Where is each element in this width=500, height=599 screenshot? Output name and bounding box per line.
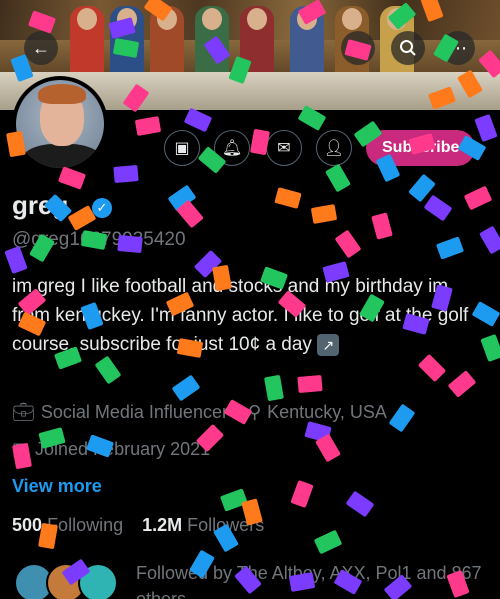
repost-button[interactable]: ⟳ bbox=[341, 31, 375, 65]
search-button[interactable] bbox=[391, 31, 425, 65]
confetti-piece bbox=[435, 236, 465, 260]
banner-figure bbox=[195, 6, 229, 76]
confetti-piece bbox=[325, 163, 351, 193]
confetti-piece bbox=[315, 433, 341, 463]
banner-figure bbox=[290, 6, 324, 76]
followers-count: 1.2M bbox=[142, 515, 183, 535]
banner-figure bbox=[150, 6, 184, 76]
bio-text: im greg I like football and stocks and m… bbox=[12, 276, 469, 355]
follow-status-button[interactable]: 👤︎ bbox=[316, 130, 352, 166]
view-more-link[interactable]: View more bbox=[12, 476, 102, 497]
more-button[interactable]: ⋯ bbox=[441, 31, 475, 65]
location-label: Kentucky, USA bbox=[267, 402, 387, 422]
banner-figure bbox=[240, 6, 274, 76]
avatar[interactable] bbox=[12, 76, 108, 172]
confetti-piece bbox=[167, 184, 197, 212]
link-arrow-icon[interactable]: ↗ bbox=[317, 333, 340, 356]
confetti-piece bbox=[479, 225, 500, 255]
confetti-piece bbox=[423, 194, 453, 222]
confetti-piece bbox=[463, 185, 493, 211]
profile-name: greg bbox=[12, 190, 69, 220]
ticket-icon: ▣ bbox=[174, 140, 190, 157]
person-check-icon: 👤︎ bbox=[323, 140, 345, 157]
confetti-piece bbox=[219, 488, 249, 512]
confetti-piece bbox=[94, 355, 122, 385]
confetti-piece bbox=[171, 374, 201, 402]
notifications-button[interactable]: 🔔︎ bbox=[214, 130, 250, 166]
confetti-piece bbox=[371, 212, 393, 240]
followers-link[interactable]: 1.2M Followers bbox=[142, 515, 264, 535]
subscribe-button[interactable]: Subscribe bbox=[366, 130, 476, 166]
location-icon: ⚲ bbox=[247, 402, 262, 422]
calendar-icon: ▦ bbox=[12, 439, 30, 459]
confetti-piece bbox=[474, 113, 498, 143]
followers-label: Followers bbox=[187, 515, 265, 535]
profile-handle: @greg16679935420 bbox=[12, 229, 186, 250]
following-label: Following bbox=[47, 515, 124, 535]
confetti-piece bbox=[334, 229, 362, 259]
verified-icon: ✓ bbox=[92, 198, 112, 218]
confetti-piece bbox=[134, 116, 162, 136]
confetti-piece bbox=[304, 421, 332, 443]
subscriptions-button[interactable]: ▣ bbox=[164, 130, 200, 166]
banner-figure bbox=[110, 6, 144, 76]
joined-label: Joined February 2021 bbox=[35, 439, 211, 459]
confetti-piece bbox=[274, 187, 302, 209]
briefcase-icon: 💼︎ bbox=[12, 402, 35, 422]
envelope-icon: ✉ bbox=[277, 140, 291, 157]
confetti-piece bbox=[264, 374, 284, 402]
banner-figure bbox=[70, 6, 104, 76]
followed-by-text[interactable]: Followed by The Altboy, AXX, Pol1 and 86… bbox=[136, 560, 486, 599]
joined-row: ▦ Joined February 2021 bbox=[12, 439, 210, 460]
follow-stats: 500 Following 1.2M Followers bbox=[12, 515, 264, 536]
confetti-piece bbox=[176, 199, 204, 229]
confetti-piece bbox=[388, 403, 416, 433]
following-link[interactable]: 500 Following bbox=[12, 515, 123, 535]
profile-bio: im greg I like football and stocks and m… bbox=[12, 272, 488, 359]
bell-plus-icon: 🔔︎ bbox=[221, 140, 243, 157]
confetti-piece bbox=[313, 529, 343, 555]
confetti-piece bbox=[345, 490, 375, 518]
back-button[interactable]: ← bbox=[24, 31, 58, 65]
confetti-piece bbox=[183, 107, 213, 133]
confetti-piece bbox=[408, 173, 436, 203]
confetti-piece bbox=[113, 164, 139, 184]
confetti-piece bbox=[297, 374, 323, 394]
confetti-piece bbox=[447, 370, 477, 398]
following-count: 500 bbox=[12, 515, 43, 535]
confetti-piece bbox=[310, 204, 338, 224]
search-icon bbox=[400, 40, 416, 56]
repost-icon: ⟳ bbox=[350, 37, 366, 58]
message-button[interactable]: ✉ bbox=[266, 130, 302, 166]
arrow-left-icon: ← bbox=[32, 37, 50, 58]
more-icon: ⋯ bbox=[449, 37, 467, 58]
profile-meta-row: 💼︎ Social Media Influencer ⚲ Kentucky, U… bbox=[12, 402, 387, 423]
profession-label: Social Media Influencer bbox=[40, 402, 228, 422]
confetti-piece bbox=[290, 479, 314, 509]
follower-avatar[interactable] bbox=[78, 563, 118, 599]
